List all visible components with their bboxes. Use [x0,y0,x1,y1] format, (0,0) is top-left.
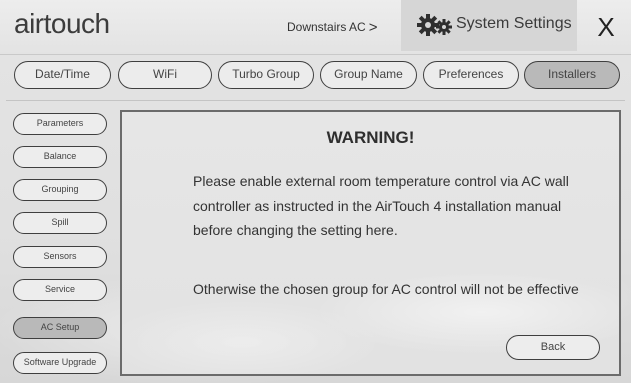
sidebar-item-software-upgrade[interactable]: Software Upgrade [13,352,107,374]
sidebar-item-grouping[interactable]: Grouping [13,179,107,201]
chevron-right-icon: > [368,19,378,36]
tab-preferences[interactable]: Preferences [423,61,519,89]
zone-selector-link[interactable]: Downstairs AC > [287,18,378,36]
airtouch-logo: airtouch [14,8,110,39]
header-bar: airtouch Downstairs AC > System Settings… [0,0,631,55]
sidebar-item-ac-setup[interactable]: AC Setup [13,317,107,339]
warning-panel: WARNING! Please enable external room tem… [120,110,621,376]
warning-message-secondary: Otherwise the chosen group for AC contro… [193,281,579,297]
tab-date-time[interactable]: Date/Time [14,61,111,89]
sidebar-item-balance[interactable]: Balance [13,146,107,168]
warning-title: WARNING! [326,128,415,147]
close-button[interactable]: X [589,10,623,44]
sidebar-item-service[interactable]: Service [13,279,107,301]
sidebar-item-parameters[interactable]: Parameters [13,113,107,135]
page-title: System Settings [456,15,572,32]
tab-group-name[interactable]: Group Name [320,61,417,89]
sidebar-item-spill[interactable]: Spill [13,212,107,234]
sidebar-item-sensors[interactable]: Sensors [13,246,107,268]
zone-label: Downstairs AC [287,20,366,34]
tab-turbo-group[interactable]: Turbo Group [218,61,314,89]
gears-icon [417,14,452,36]
tab-installers[interactable]: Installers [524,61,620,89]
warning-message-primary: Please enable external room temperature … [193,173,569,238]
tab-divider [6,100,625,101]
page-title-box: System Settings [401,0,577,51]
tab-wifi[interactable]: WiFi [118,61,212,89]
back-button[interactable]: Back [506,335,600,360]
